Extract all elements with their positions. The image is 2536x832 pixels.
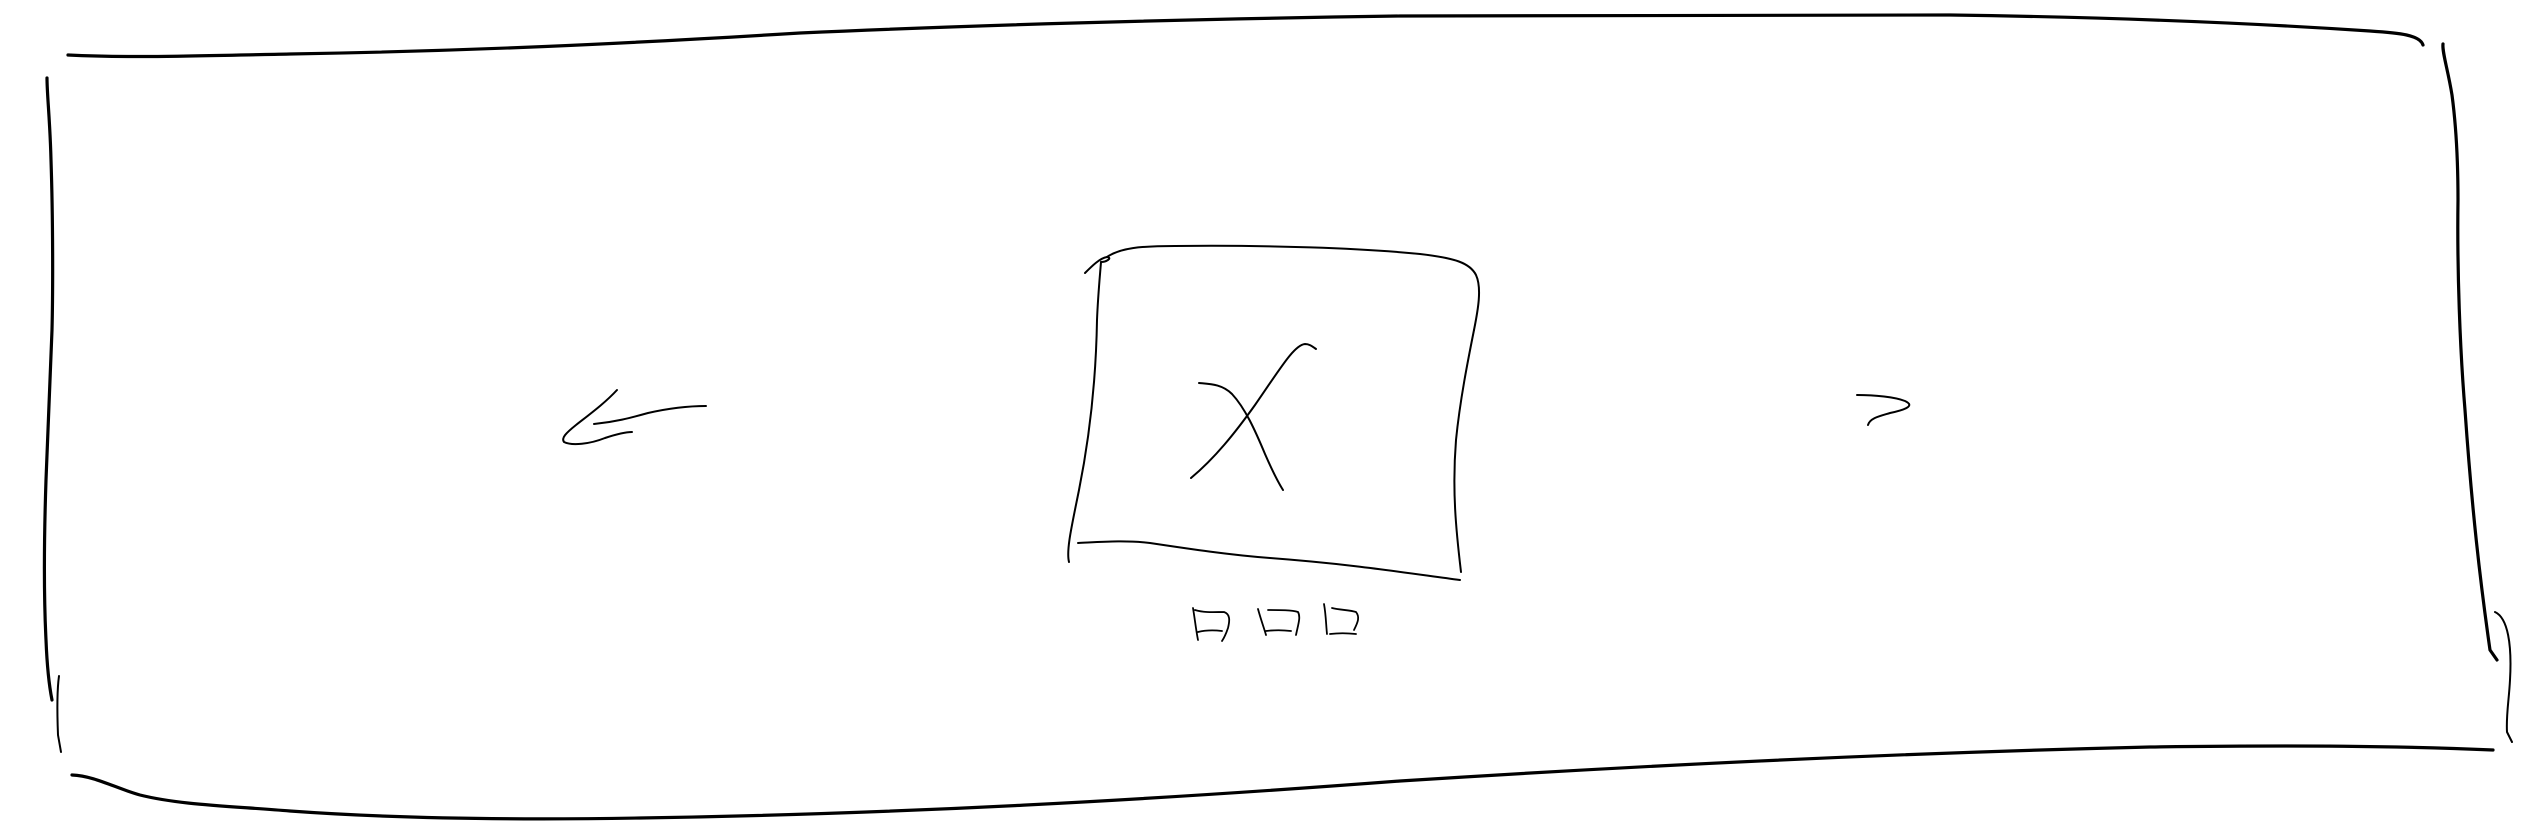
frame-right-edge xyxy=(2441,42,2499,662)
frame-left-edge xyxy=(42,76,55,702)
placeholder-top-left-corner xyxy=(1084,256,1111,274)
placeholder-bottom-edge xyxy=(1077,540,1461,581)
x-cross-icon xyxy=(1190,343,1317,491)
arrow-left-shaft xyxy=(593,405,707,425)
prev-slide-button[interactable] xyxy=(562,389,707,446)
slide-dot-3-outline xyxy=(1323,603,1360,635)
slide-dot-2-outline xyxy=(1257,608,1301,636)
next-slide-button[interactable] xyxy=(1856,394,1911,426)
x-cross-stroke-2 xyxy=(1190,343,1317,479)
slide-dot-3[interactable] xyxy=(1323,603,1360,635)
frame-top-edge xyxy=(66,12,2425,59)
slide-dot-2[interactable] xyxy=(1257,608,1301,636)
frame-left-corner-flourish xyxy=(56,675,62,753)
placeholder-top-edge xyxy=(1106,244,1481,331)
carousel-wireframe xyxy=(42,12,2513,821)
chevron-right-icon xyxy=(1856,394,1911,426)
placeholder-right-edge xyxy=(1453,329,1475,573)
slide-dot-1[interactable] xyxy=(1192,607,1231,642)
carousel-frame xyxy=(42,12,2513,821)
frame-right-corner-flourish xyxy=(2494,611,2513,743)
image-placeholder xyxy=(1067,244,1481,581)
x-cross-stroke-1 xyxy=(1198,382,1284,491)
arrow-left-icon xyxy=(562,389,707,446)
slide-indicator xyxy=(1192,603,1360,642)
arrow-left-head xyxy=(562,389,633,446)
slide-dot-1-outline xyxy=(1192,607,1231,642)
placeholder-left-edge xyxy=(1067,261,1102,563)
frame-bottom-edge xyxy=(70,744,2495,821)
